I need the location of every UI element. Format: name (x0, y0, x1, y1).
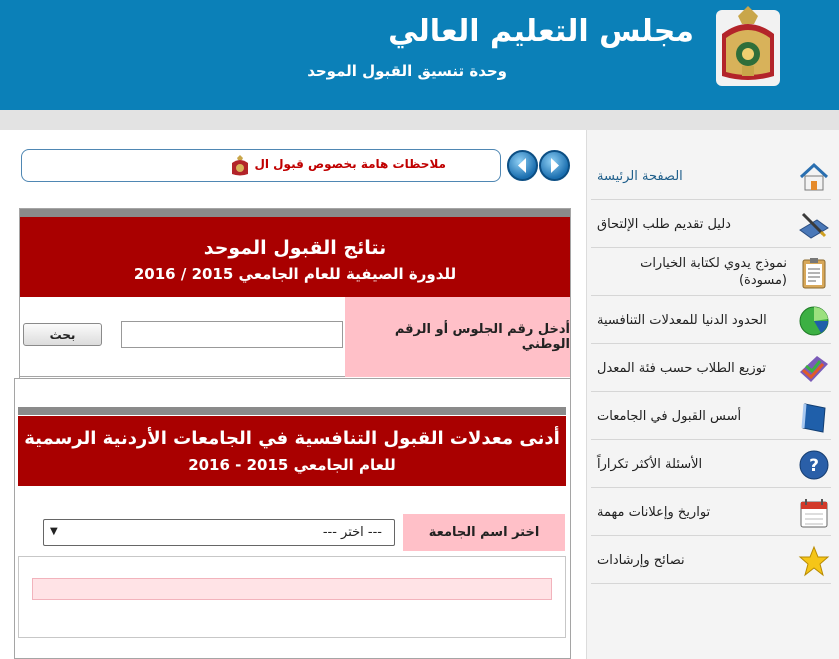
site-header: مجلس التعليم العالي وحدة تنسيق القبول ال… (0, 0, 839, 110)
star-icon (798, 545, 830, 577)
results-subtitle: للدورة الصيفية للعام الجامعي 2015 / 2016 (133, 265, 457, 283)
rates-result-bar (32, 578, 552, 600)
sidebar-item-distribution[interactable]: توزيع الطلاب حسب فئة المعدل (591, 344, 831, 392)
sidebar-item-admission-rules[interactable]: أسس القبول في الجامعات (591, 392, 831, 440)
jordan-emblem-small-icon (232, 155, 248, 176)
search-row: أدخل رقم الجلوس أو الرقم الوطني بحث (20, 297, 570, 377)
ticker-prev-button[interactable] (507, 150, 538, 181)
rates-result-box (18, 556, 566, 638)
panel-top-border (18, 407, 566, 415)
rates-panel-header: أدنى معدلات القبول التنافسية في الجامعات… (18, 416, 566, 486)
news-ticker: ملاحظات هامة بخصوص قبول ال (21, 149, 501, 182)
results-panel-header: نتائج القبول الموحد للدورة الصيفية للعام… (20, 217, 570, 297)
sidebar-item-home[interactable]: الصفحة الرئيسة (591, 152, 831, 200)
rates-title: أدنى معدلات القبول التنافسية في الجامعات… (24, 428, 560, 449)
sidebar-item-tips[interactable]: نصائح وإرشادات (591, 536, 831, 584)
arrow-right-icon (551, 158, 559, 173)
sidebar-item-label: نموذج يدوي لكتابة الخيارات (مسودة) (640, 256, 787, 288)
sidebar-item-faq[interactable]: الأسئلة الأكثر تكراراً ? (591, 440, 831, 488)
pie-chart-icon (799, 306, 829, 336)
rates-subtitle: للعام الجامعي 2015 - 2016 (188, 456, 396, 474)
home-icon (799, 162, 829, 191)
sidebar-item-label: توزيع الطلاب حسب فئة المعدل (597, 360, 767, 376)
chart-icon (800, 356, 828, 382)
sidebar-item-label: الصفحة الرئيسة (597, 168, 683, 184)
chevron-down-icon: ▼ (50, 526, 58, 537)
seat-number-input[interactable] (121, 321, 343, 348)
clipboard-icon (802, 258, 826, 289)
panel-top-border (20, 209, 570, 217)
sidebar-item-application-guide[interactable]: دليل تقديم طلب الإلتحاق (591, 200, 831, 248)
pen-book-icon (799, 212, 829, 239)
ticker-item-link[interactable]: ملاحظات هامة بخصوص قبول ال (254, 157, 446, 171)
sidebar-item-dates[interactable]: تواريخ وإعلانات مهمة (591, 488, 831, 536)
search-button[interactable]: بحث (23, 323, 102, 346)
sidebar-item-label: أسس القبول في الجامعات (597, 408, 742, 424)
sidebar-item-label: الحدود الدنيا للمعدلات التنافسية (597, 312, 767, 328)
header-divider (0, 110, 839, 130)
jordan-emblem-icon (716, 6, 780, 86)
calendar-icon (800, 499, 828, 528)
book-icon (801, 403, 826, 433)
sidebar-item-label: تواريخ وإعلانات مهمة (597, 504, 711, 520)
page-subtitle: وحدة تنسيق القبول الموحد (307, 62, 507, 80)
sidebar-nav: الصفحة الرئيسة دليل تقديم طلب الإلتحاق ن… (586, 130, 839, 659)
university-select-value: --- اختر --- (322, 525, 382, 540)
question-icon: ? (799, 450, 829, 480)
results-title: نتائج القبول الموحد (203, 237, 387, 259)
university-select[interactable]: --- اختر --- ▼ (43, 519, 395, 546)
university-select-label: اختر اسم الجامعة (403, 514, 565, 551)
results-panel: نتائج القبول الموحد للدورة الصيفية للعام… (19, 208, 571, 385)
sidebar-item-label: الأسئلة الأكثر تكراراً (597, 456, 703, 472)
sidebar-item-label: دليل تقديم طلب الإلتحاق (597, 216, 731, 232)
arrow-left-icon (518, 158, 526, 173)
seat-number-label: أدخل رقم الجلوس أو الرقم الوطني (345, 297, 570, 377)
sidebar-item-label: نصائح وإرشادات (597, 552, 685, 568)
ticker-next-button[interactable] (539, 150, 570, 181)
sidebar-item-min-rates[interactable]: الحدود الدنيا للمعدلات التنافسية (591, 296, 831, 344)
page-title: مجلس التعليم العالي (388, 14, 694, 49)
svg-text:?: ? (809, 456, 819, 476)
sidebar-item-manual-form[interactable]: نموذج يدوي لكتابة الخيارات (مسودة) (591, 248, 831, 296)
rates-panel: أدنى معدلات القبول التنافسية في الجامعات… (14, 378, 571, 659)
